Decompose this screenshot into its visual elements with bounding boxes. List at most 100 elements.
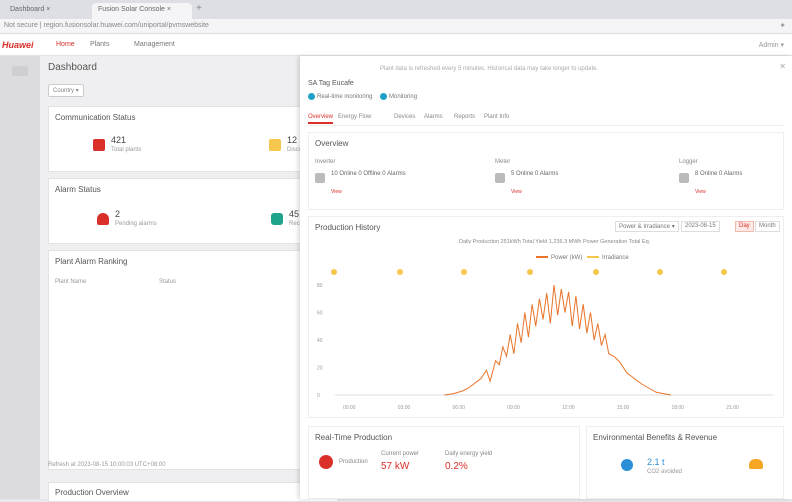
y-tick-label: 80 [317, 283, 323, 289]
card-title: Alarm Status [55, 185, 101, 194]
production-history-section: Production History Power & Irradiance ▾ … [308, 216, 784, 418]
co2-value: 2.1 t [647, 457, 665, 467]
plant-grid-icon [93, 139, 105, 151]
total-plants-label: Total plants [111, 147, 142, 153]
address-bar[interactable]: Not secure | region.fusionsolar.huawei.c… [0, 19, 792, 34]
weather-sun-icon [527, 269, 533, 275]
logger-icon [679, 173, 689, 183]
column-plant-name[interactable]: Plant Name [55, 279, 86, 285]
current-power-label: Current power [381, 451, 420, 457]
card-title: Plant Alarm Ranking [55, 257, 128, 266]
option-realtime[interactable]: Real-time monitoring [317, 94, 372, 100]
user-menu[interactable]: Admin ▾ [759, 41, 784, 49]
section-title: Overview [315, 139, 349, 148]
section-title: Real-Time Production [315, 433, 393, 442]
x-tick-label: 00:00 [343, 405, 356, 411]
country-filter[interactable]: Country ▾ [48, 84, 84, 97]
page-title: Dashboard [48, 62, 97, 73]
revenue-icon [749, 459, 763, 469]
x-tick-label: 12:00 [562, 405, 575, 411]
legend-power[interactable]: Power (kW) [551, 255, 582, 261]
production-label: Production [339, 459, 368, 465]
series-line-power[interactable] [444, 284, 671, 396]
inverter-view-link[interactable]: View [331, 189, 342, 195]
meter-label: Meter [495, 159, 511, 165]
environmental-benefits-section: Environmental Benefits & Revenue 2.1 t C… [586, 426, 784, 499]
recovered-value: 45 [289, 209, 300, 219]
tab-overview[interactable]: Overview [308, 114, 334, 124]
x-tick-label: 06:00 [453, 405, 466, 411]
url-text[interactable]: Not secure | region.fusionsolar.huawei.c… [4, 22, 209, 29]
day-button[interactable]: Day [735, 221, 754, 232]
y-tick-label: 20 [317, 366, 323, 372]
menu-icon[interactable] [12, 66, 28, 76]
close-icon[interactable]: ✕ [779, 62, 786, 71]
radio-icon[interactable] [380, 93, 388, 100]
meter-view-link[interactable]: View [511, 189, 522, 195]
alarm-status-card: Alarm Status 2 Pending alarms 45 Recover… [48, 178, 338, 244]
browser-tab-active[interactable]: Fusion Solar Console × [92, 3, 192, 19]
weather-sun-icon [593, 269, 599, 275]
weather-sun-icon [657, 269, 663, 275]
plant-name: SA Tag Eucafe [308, 80, 354, 87]
disconnected-value: 12 [287, 135, 298, 145]
month-button[interactable]: Month [755, 221, 780, 232]
y-tick-label: 0 [317, 393, 320, 399]
tab-plant-info[interactable]: Plant Info [484, 114, 509, 120]
meter-stats: 5 Online 0 Alarms [511, 171, 559, 177]
nav-home[interactable]: Home [56, 41, 75, 48]
plant-detail-panel: Plant data is refreshed every 5 minutes.… [300, 56, 792, 499]
option-monitoring[interactable]: Monitoring [389, 94, 417, 100]
weather-sun-icon [397, 269, 403, 275]
total-plants-value: 421 [111, 135, 127, 145]
refresh-note: Refresh at 2023-08-15 10:00:03 UTC+08:00 [48, 462, 166, 468]
alarm-ranking-card: Plant Alarm Ranking Plant Name Status [48, 250, 338, 470]
disconnected-icon [269, 139, 281, 151]
date-picker[interactable]: 2023-08-15 [681, 221, 720, 232]
x-tick-label: 18:00 [672, 405, 685, 411]
panel-header: Plant data is refreshed every 5 minutes.… [300, 56, 792, 82]
production-metrics: Daily Production 251kWh Total Yield 1,23… [459, 239, 651, 245]
new-tab-icon[interactable]: + [196, 3, 202, 14]
inverter-label: Inverter [315, 159, 336, 165]
overview-section: Overview Inverter 10 Online 0 Offline 0 … [308, 132, 784, 210]
x-tick-label: 21:00 [726, 405, 739, 411]
tab-devices[interactable]: Devices [394, 114, 415, 120]
extension-icon[interactable]: ✦ [779, 21, 786, 30]
tab-energy-flow[interactable]: Energy Flow [338, 114, 371, 120]
metric-dropdown[interactable]: Power & Irradiance ▾ [615, 221, 679, 232]
x-tick-label: 09:00 [507, 405, 520, 411]
meter-icon [495, 173, 505, 183]
inverter-stats: 10 Online 0 Offline 0 Alarms [331, 171, 406, 177]
panel-options: Real-time monitoring Monitoring [308, 93, 417, 100]
logger-label: Logger [679, 159, 698, 165]
legend-irradiance[interactable]: Irradiance [602, 255, 629, 261]
browser-tab-dashboard[interactable]: Dashboard × [4, 3, 88, 19]
chart-legend: Power (kW) Irradiance [533, 255, 629, 261]
tab-reports[interactable]: Reports [454, 114, 475, 120]
radio-icon[interactable] [308, 93, 315, 100]
legend-swatch-power [536, 256, 548, 259]
daily-yield-label: Daily energy yield [445, 451, 493, 457]
recovered-icon [271, 213, 283, 225]
y-tick-label: 60 [317, 311, 323, 317]
inverter-icon [315, 173, 325, 183]
column-status[interactable]: Status [159, 279, 176, 285]
tab-alarms[interactable]: Alarms [424, 114, 443, 120]
logger-view-link[interactable]: View [695, 189, 706, 195]
section-title: Environmental Benefits & Revenue [593, 433, 718, 442]
panel-note: Plant data is refreshed every 5 minutes.… [380, 66, 599, 72]
browser-tab-bar: Dashboard × Fusion Solar Console × + [0, 0, 792, 19]
brand-logo[interactable]: Huawei [2, 40, 34, 50]
production-history-chart[interactable]: 80 60 40 20 0 00:00 03:00 06:00 09:00 12:00 15:00 1… [311, 277, 781, 417]
weather-sun-icon [331, 269, 337, 275]
left-rail [0, 56, 40, 499]
dashboard-main: Dashboard Country ▾ Communication Status… [40, 56, 338, 502]
weather-sun-icon [461, 269, 467, 275]
weather-sun-icon [721, 269, 727, 275]
card-title: Production Overview [55, 488, 129, 497]
nav-plants[interactable]: Plants [90, 41, 109, 48]
communication-status-card: Communication Status 421 Total plants 12… [48, 106, 338, 172]
nav-management[interactable]: Management [134, 41, 175, 48]
x-tick-label: 15:00 [617, 405, 630, 411]
